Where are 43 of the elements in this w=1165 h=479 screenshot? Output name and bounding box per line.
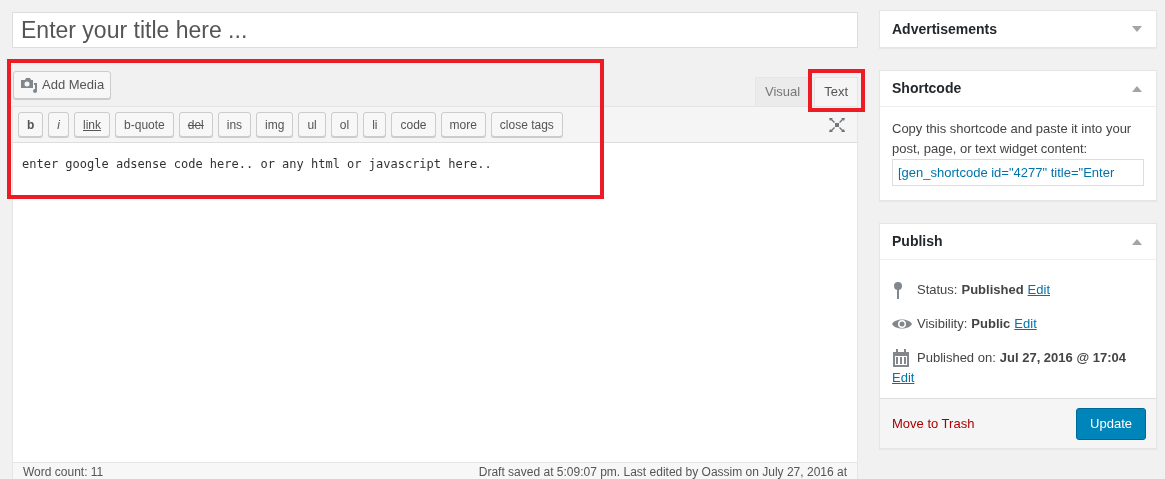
editor-text[interactable]: enter google adsense code here.. or any html or javascript here.. <box>22 155 848 173</box>
row-label: Published on: <box>917 349 996 367</box>
shortcode-field[interactable]: [gen_shortcode id="4277" title="Enter <box>892 159 1144 186</box>
draft-status: Draft saved at 5:09:07 pm. Last edited by Oassim on July 27, 2016 at <box>478 465 847 479</box>
row-label: Visibility: <box>917 315 968 333</box>
row-value: Public <box>971 315 1011 333</box>
quicktag-button[interactable]: code <box>391 112 436 137</box>
media-icon <box>20 77 38 93</box>
quicktag-button[interactable]: link <box>74 112 111 137</box>
annotation-frame <box>808 69 865 112</box>
editor-tab[interactable]: Text <box>814 77 858 106</box>
row-label: Status: <box>917 281 958 299</box>
quicktag-button[interactable]: b <box>18 112 44 137</box>
row-value: Published <box>961 281 1024 299</box>
word-count: Word count: 11 <box>23 465 104 479</box>
panel-title[interactable]: Shortcode <box>892 78 962 99</box>
collapse-arrow-icon[interactable] <box>1132 85 1142 92</box>
panel-title[interactable]: Publish <box>892 231 943 252</box>
add-media-button[interactable]: Add Media <box>13 71 112 99</box>
quicktag-button[interactable]: b-quote <box>115 112 174 137</box>
quicktag-button[interactable]: more <box>440 112 486 137</box>
title-field[interactable]: Enter your title here ... <box>12 12 858 48</box>
edit-link[interactable]: Edit <box>1014 314 1037 334</box>
quicktag-button[interactable]: del <box>178 112 213 137</box>
collapse-arrow-icon[interactable] <box>1132 238 1142 245</box>
quicktag-button[interactable]: li <box>363 112 387 137</box>
calendar-icon <box>892 349 910 367</box>
panel-title[interactable]: Advertisements <box>892 18 998 40</box>
expand-arrow-icon[interactable] <box>1132 26 1142 32</box>
quicktag-button[interactable]: ol <box>330 112 359 137</box>
trash-link[interactable]: Move to Trash <box>892 413 975 434</box>
quicktag-button[interactable]: close tags <box>490 112 563 137</box>
quicktag-button[interactable]: img <box>256 112 294 137</box>
editor-tab[interactable]: Visual <box>754 77 811 106</box>
edit-link[interactable]: Edit <box>892 368 915 388</box>
eye-icon <box>892 317 912 331</box>
row-value: Jul 27, 2016 @ 17:04 <box>999 349 1126 367</box>
edit-link[interactable]: Edit <box>1027 280 1050 300</box>
quicktag-button[interactable]: i <box>48 112 69 137</box>
quicktag-button[interactable]: ins <box>217 112 252 137</box>
shortcode-description: Copy this shortcode and paste it into your post, page, or text widget content: <box>892 120 1133 158</box>
update-button[interactable]: Update <box>1076 407 1146 440</box>
quicktag-button[interactable]: ul <box>298 112 326 137</box>
